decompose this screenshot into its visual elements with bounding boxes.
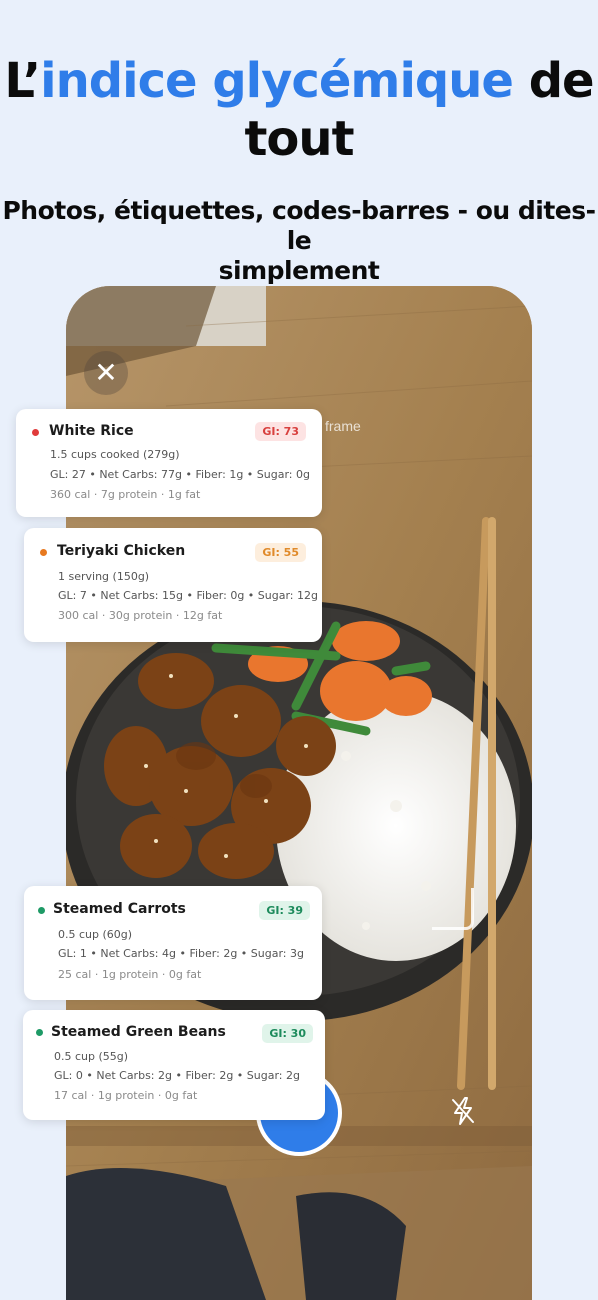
gi-badge: GI: 73 (255, 422, 306, 441)
food-card-white-rice[interactable]: White Rice GI: 73 1.5 cups cooked (279g)… (16, 409, 322, 517)
nutrition-details: GL: 27 • Net Carbs: 77g • Fiber: 1g • Su… (50, 468, 310, 481)
gi-badge: GI: 39 (259, 901, 310, 920)
gi-dot (38, 907, 45, 914)
frame-corner-guide (432, 888, 474, 930)
nutrition-details: GL: 0 • Net Carbs: 2g • Fiber: 2g • Suga… (54, 1069, 300, 1082)
headline-accent: indice glycémique (40, 53, 514, 109)
food-name: White Rice (49, 423, 134, 439)
food-name: Steamed Green Beans (51, 1024, 226, 1040)
macros: 17 cal · 1g protein · 0g fat (54, 1089, 198, 1102)
subheadline: Photos, étiquettes, codes-barres - ou di… (0, 196, 598, 286)
gi-badge: GI: 55 (255, 543, 306, 562)
headline-line2: tout (244, 111, 354, 167)
food-card-steamed-carrots[interactable]: Steamed Carrots GI: 39 0.5 cup (60g) GL:… (24, 886, 322, 1000)
headline-suffix: de (512, 53, 595, 109)
close-icon: ✕ (94, 357, 118, 388)
food-card-steamed-green-beans[interactable]: Steamed Green Beans GI: 30 0.5 cup (55g)… (23, 1010, 325, 1120)
macros: 25 cal · 1g protein · 0g fat (58, 968, 202, 981)
gi-dot (40, 549, 47, 556)
headline: L’indice glycémique de tout (0, 52, 598, 168)
serving-size: 1.5 cups cooked (279g) (50, 448, 180, 461)
gi-badge: GI: 30 (262, 1024, 313, 1043)
food-name: Teriyaki Chicken (57, 543, 186, 559)
subheadline-line1: Photos, étiquettes, codes-barres - ou di… (2, 196, 596, 255)
macros: 300 cal · 30g protein · 12g fat (58, 609, 223, 622)
serving-size: 1 serving (150g) (58, 570, 150, 583)
macros: 360 cal · 7g protein · 1g fat (50, 488, 201, 501)
serving-size: 0.5 cup (55g) (54, 1050, 129, 1063)
headline-prefix: L’ (4, 53, 41, 109)
gi-dot (36, 1029, 43, 1036)
flash-off-icon[interactable] (450, 1096, 476, 1126)
serving-size: 0.5 cup (60g) (58, 928, 133, 941)
nutrition-details: GL: 1 • Net Carbs: 4g • Fiber: 2g • Suga… (58, 947, 304, 960)
frame-label: frame (325, 418, 361, 434)
close-button[interactable]: ✕ (84, 351, 128, 395)
gi-dot (32, 429, 39, 436)
food-card-teriyaki-chicken[interactable]: Teriyaki Chicken GI: 55 1 serving (150g)… (24, 528, 322, 642)
food-name: Steamed Carrots (53, 901, 186, 917)
nutrition-details: GL: 7 • Net Carbs: 15g • Fiber: 0g • Sug… (58, 589, 318, 602)
subheadline-line2: simplement (218, 256, 380, 285)
